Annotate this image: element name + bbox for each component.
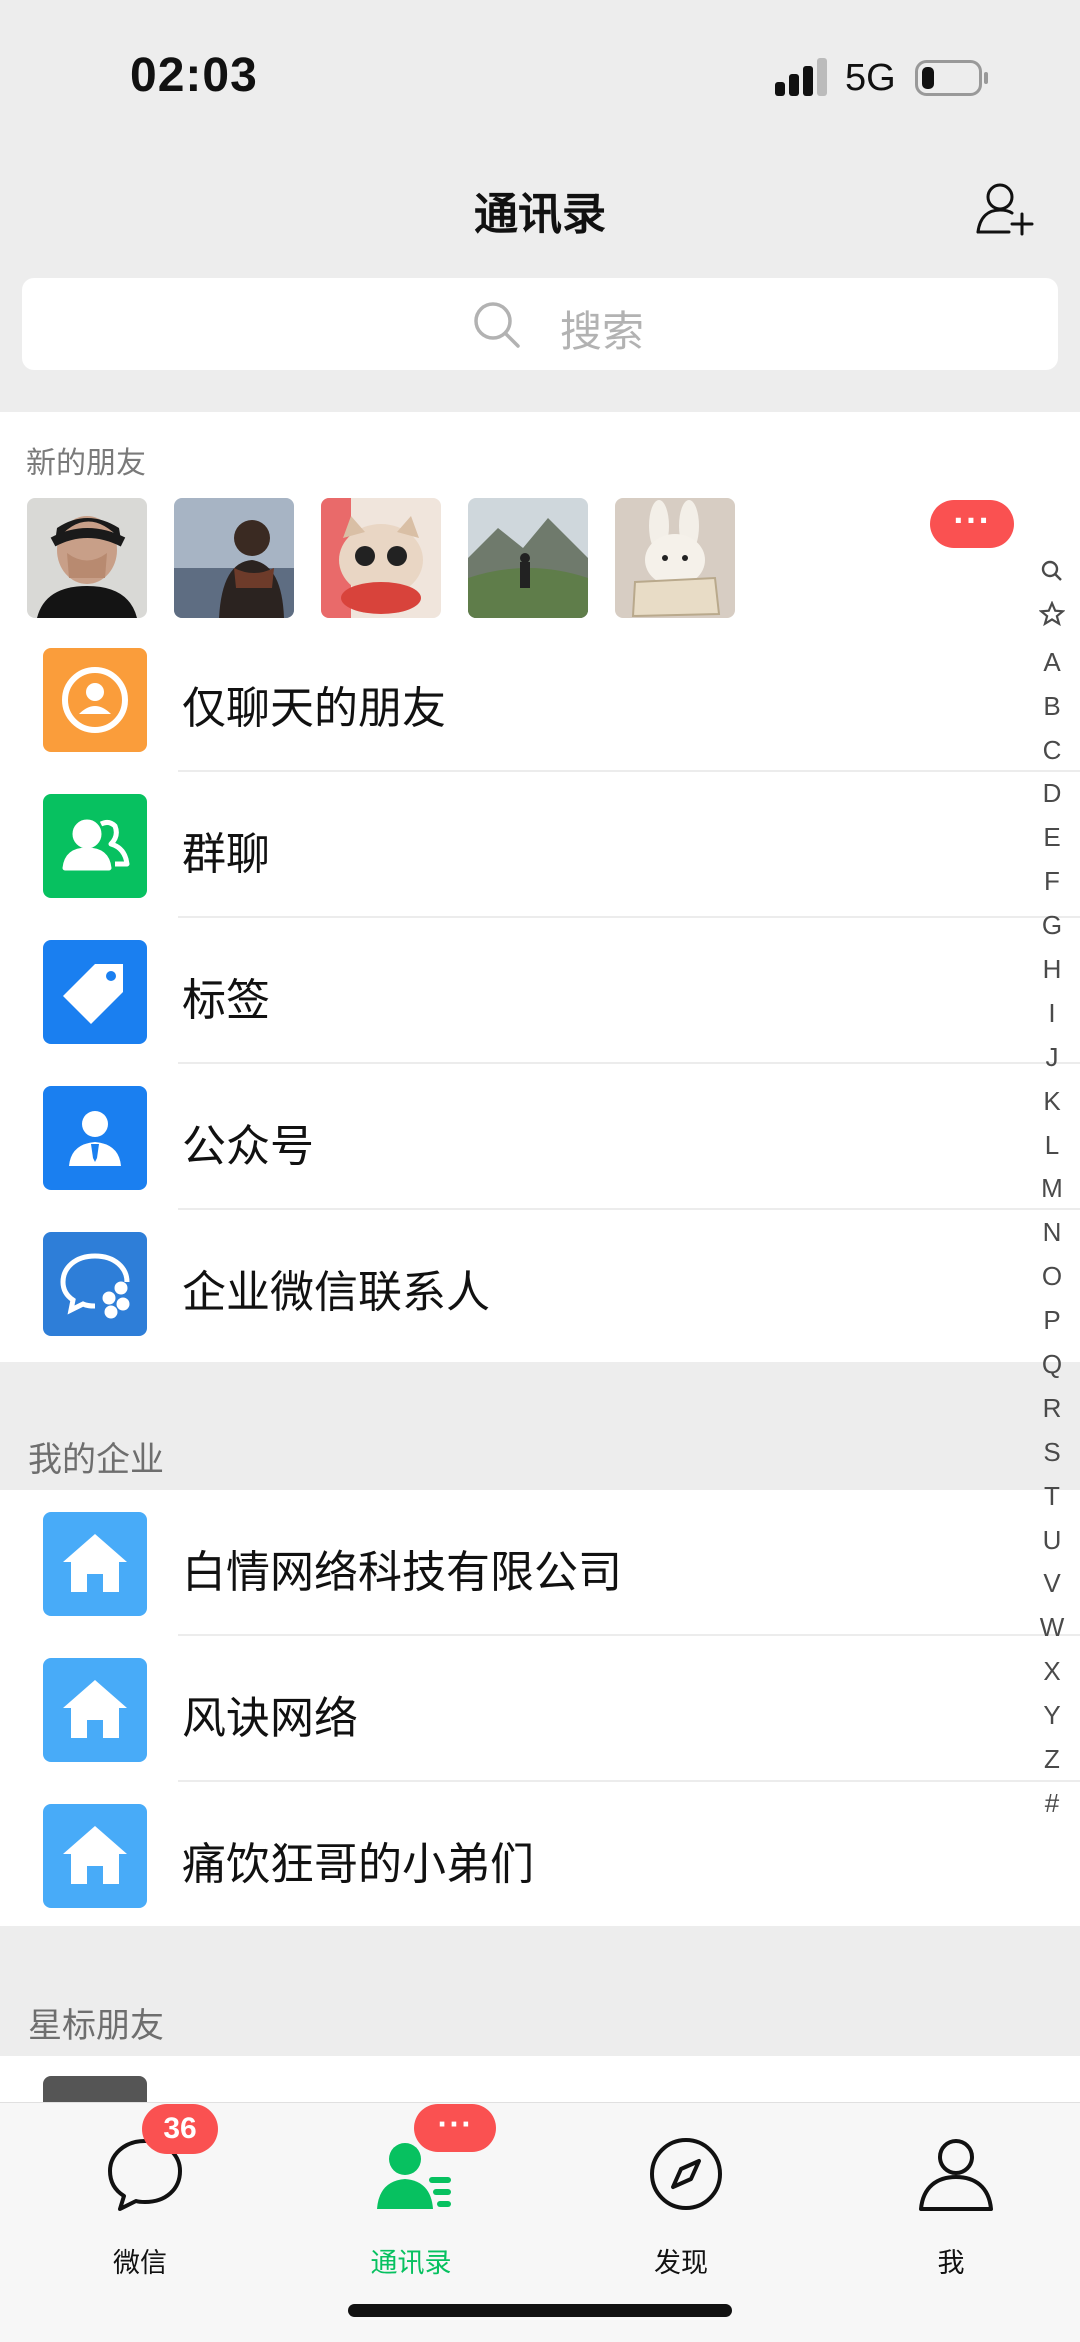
section-header-starred-friends: 星标朋友 — [0, 1926, 1080, 2056]
tab-label: 通讯录 — [370, 2248, 452, 2279]
company-item[interactable]: 痛饮狂哥的小弟们 — [0, 1782, 1080, 1928]
menu-item-label: 群聊 — [182, 829, 270, 880]
index-letter[interactable]: N — [1030, 1211, 1074, 1255]
tab-me[interactable]: 我 — [816, 2103, 1080, 2303]
new-friend-avatar[interactable] — [321, 498, 441, 618]
index-letter[interactable]: U — [1030, 1519, 1074, 1563]
menu-item-official-accounts[interactable]: 公众号 — [0, 1064, 1080, 1210]
official-account-icon — [43, 1086, 147, 1190]
tab-contacts[interactable]: 通讯录 — [276, 2103, 546, 2303]
index-letter[interactable]: I — [1030, 992, 1074, 1036]
tab-discover[interactable]: 发现 — [546, 2103, 816, 2303]
index-letter[interactable]: X — [1030, 1650, 1074, 1694]
add-contact-icon[interactable] — [975, 180, 1035, 238]
company-name: 白情网络科技有限公司 — [182, 1547, 622, 1598]
tab-label: 微信 — [113, 2248, 167, 2279]
section-header-label: 我的企业 — [28, 1440, 164, 1480]
index-letter[interactable]: D — [1030, 772, 1074, 816]
group-chat-icon — [43, 794, 147, 898]
index-letter[interactable]: E — [1030, 816, 1074, 860]
menu-item-label: 公众号 — [182, 1121, 314, 1172]
status-time: 02:03 — [130, 49, 258, 102]
index-letter[interactable]: V — [1030, 1562, 1074, 1606]
section-header-my-companies: 我的企业 — [0, 1362, 1080, 1490]
index-letter[interactable]: H — [1030, 948, 1074, 992]
menu-item-chat-only-friends[interactable]: 仅聊天的朋友 — [0, 626, 1080, 772]
company-name: 风诀网络 — [182, 1693, 358, 1744]
more-new-friends-badge[interactable]: ··· — [930, 500, 1014, 548]
index-letter[interactable]: S — [1030, 1431, 1074, 1475]
home-indicator[interactable] — [348, 2304, 732, 2317]
person-icon — [919, 2139, 993, 2211]
unread-badge: 36 — [142, 2104, 218, 2154]
index-letter[interactable]: O — [1030, 1255, 1074, 1299]
menu-item-label: 企业微信联系人 — [182, 1267, 490, 1318]
index-letter[interactable]: T — [1030, 1475, 1074, 1519]
index-letter[interactable]: K — [1030, 1080, 1074, 1124]
index-letter[interactable]: L — [1030, 1124, 1074, 1168]
search-input[interactable]: 搜索 — [22, 278, 1058, 370]
index-letter[interactable]: C — [1030, 729, 1074, 773]
new-friends-label: 新的朋友 — [26, 446, 146, 481]
tab-label: 发现 — [654, 2248, 708, 2279]
compass-icon — [650, 2138, 722, 2210]
company-house-icon — [43, 1804, 147, 1908]
index-letter[interactable]: Z — [1030, 1738, 1074, 1782]
company-house-icon — [43, 1658, 147, 1762]
menu-item-label: 仅聊天的朋友 — [182, 683, 446, 734]
tag-icon — [43, 940, 147, 1044]
search-placeholder: 搜索 — [560, 307, 645, 356]
company-item[interactable]: 白情网络科技有限公司 — [0, 1490, 1080, 1636]
index-letter[interactable]: W — [1030, 1606, 1074, 1650]
wecom-contact-icon — [43, 1232, 147, 1336]
menu-item-wecom-contacts[interactable]: 企业微信联系人 — [0, 1210, 1080, 1356]
index-letter[interactable]: P — [1030, 1299, 1074, 1343]
signal-icon — [775, 58, 827, 96]
contacts-badge: ··· — [414, 2104, 496, 2152]
index-letter[interactable]: M — [1030, 1167, 1074, 1211]
new-friend-avatar[interactable] — [615, 498, 735, 618]
battery-icon — [915, 60, 988, 96]
index-letter[interactable]: J — [1030, 1036, 1074, 1080]
new-friend-avatar[interactable] — [27, 498, 147, 618]
index-star-icon[interactable] — [1030, 597, 1074, 641]
section-header-label: 星标朋友 — [28, 2006, 164, 2046]
menu-item-group-chats[interactable]: 群聊 — [0, 772, 1080, 918]
index-letter[interactable]: Q — [1030, 1343, 1074, 1387]
starred-friend-row[interactable] — [0, 2056, 1080, 2106]
index-letter[interactable]: A — [1030, 641, 1074, 685]
menu-item-label: 标签 — [182, 975, 270, 1026]
page-title: 通讯录 — [474, 189, 606, 240]
index-letter[interactable]: Y — [1030, 1694, 1074, 1738]
new-friend-avatar[interactable] — [174, 498, 294, 618]
index-letter[interactable]: G — [1030, 904, 1074, 948]
network-type: 5G — [845, 57, 896, 99]
chat-only-friends-icon — [43, 648, 147, 752]
tab-label: 我 — [937, 2248, 965, 2279]
index-letter[interactable]: R — [1030, 1387, 1074, 1431]
company-name: 痛饮狂哥的小弟们 — [182, 1839, 534, 1890]
index-letter[interactable]: F — [1030, 860, 1074, 904]
company-item[interactable]: 风诀网络 — [0, 1636, 1080, 1782]
alphabet-index-bar[interactable]: A B C D E F G H I J K L M N O P Q R S T … — [1030, 553, 1074, 1826]
new-friends-section: 新的朋友 ··· 仅聊天的朋友 群聊 标签 公众号 企业微信联系人 — [0, 412, 1080, 1362]
tab-chats[interactable]: 微信 — [5, 2103, 275, 2303]
index-search-icon[interactable] — [1030, 553, 1074, 597]
new-friend-avatar[interactable] — [468, 498, 588, 618]
menu-item-tags[interactable]: 标签 — [0, 918, 1080, 1064]
index-letter[interactable]: # — [1030, 1782, 1074, 1826]
search-icon — [474, 302, 520, 348]
company-house-icon — [43, 1512, 147, 1616]
index-letter[interactable]: B — [1030, 685, 1074, 729]
company-list: 白情网络科技有限公司 风诀网络 痛饮狂哥的小弟们 — [0, 1490, 1080, 1926]
